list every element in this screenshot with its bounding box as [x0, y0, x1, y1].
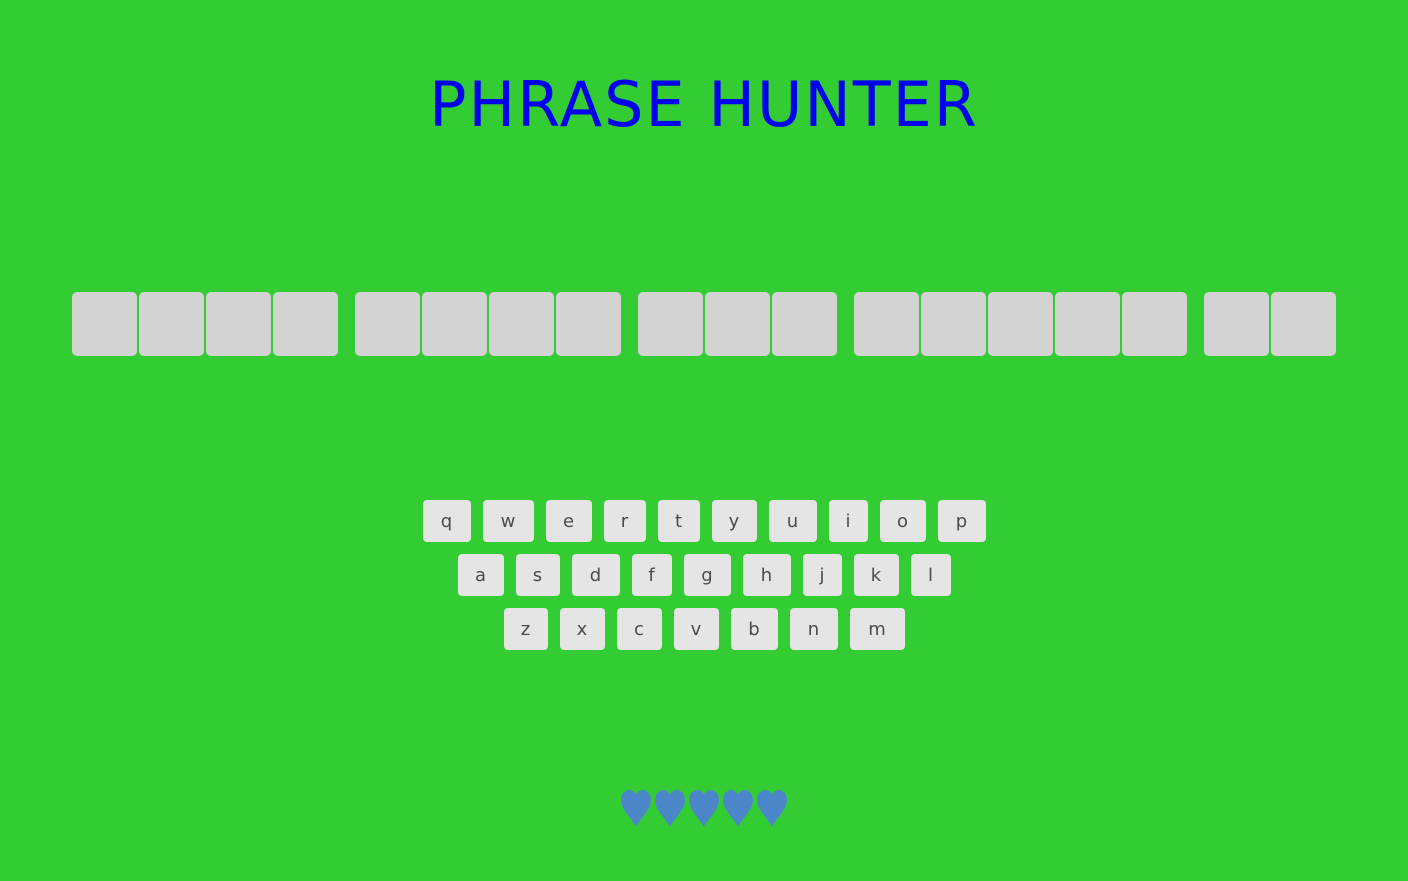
heart-icon [755, 788, 789, 828]
key-y[interactable]: y [711, 500, 757, 542]
hidden-letter-tile [355, 292, 420, 356]
hidden-letter-tile [1055, 292, 1120, 356]
phrase-word [1204, 292, 1336, 356]
hidden-letter-tile [72, 292, 137, 356]
heart-icon [687, 788, 721, 828]
phrase-word [355, 292, 621, 356]
keyboard-row: zxcvbnm [0, 608, 1408, 650]
phrase-word [72, 292, 338, 356]
phrase-board [0, 292, 1408, 356]
key-m[interactable]: m [849, 608, 905, 650]
key-h[interactable]: h [742, 554, 791, 596]
key-d[interactable]: d [571, 554, 620, 596]
key-e[interactable]: e [545, 500, 592, 542]
key-b[interactable]: b [730, 608, 778, 650]
key-i[interactable]: i [828, 500, 868, 542]
key-f[interactable]: f [631, 554, 672, 596]
hidden-letter-tile [772, 292, 837, 356]
keyboard-row: asdfghjkl [0, 554, 1408, 596]
hidden-letter-tile [1271, 292, 1336, 356]
key-k[interactable]: k [853, 554, 899, 596]
key-c[interactable]: c [616, 608, 662, 650]
hidden-letter-tile [556, 292, 621, 356]
hidden-letter-tile [1122, 292, 1187, 356]
hidden-letter-tile [273, 292, 338, 356]
key-j[interactable]: j [802, 554, 842, 596]
key-o[interactable]: o [879, 500, 926, 542]
game-title: PHRASE HUNTER [429, 68, 979, 141]
hidden-letter-tile [921, 292, 986, 356]
key-n[interactable]: n [789, 608, 838, 650]
hidden-letter-tile [638, 292, 703, 356]
key-u[interactable]: u [768, 500, 817, 542]
hidden-letter-tile [139, 292, 204, 356]
keyboard-row: qwertyuiop [0, 500, 1408, 542]
key-s[interactable]: s [515, 554, 560, 596]
hidden-letter-tile [422, 292, 487, 356]
key-q[interactable]: q [422, 500, 471, 542]
key-z[interactable]: z [503, 608, 548, 650]
heart-icon [653, 788, 687, 828]
key-p[interactable]: p [937, 500, 986, 542]
hidden-letter-tile [705, 292, 770, 356]
hidden-letter-tile [854, 292, 919, 356]
lives-display [0, 788, 1408, 828]
key-v[interactable]: v [673, 608, 719, 650]
hidden-letter-tile [1204, 292, 1269, 356]
key-g[interactable]: g [683, 554, 731, 596]
key-t[interactable]: t [657, 500, 700, 542]
key-r[interactable]: r [603, 500, 646, 542]
key-a[interactable]: a [457, 554, 504, 596]
key-w[interactable]: w [482, 500, 534, 542]
hidden-letter-tile [206, 292, 271, 356]
phrase-word [638, 292, 837, 356]
heart-icon [619, 788, 653, 828]
phrase-word [854, 292, 1187, 356]
hidden-letter-tile [489, 292, 554, 356]
heart-icon [721, 788, 755, 828]
key-l[interactable]: l [910, 554, 951, 596]
on-screen-keyboard: qwertyuiop asdfghjkl zxcvbnm [0, 500, 1408, 662]
key-x[interactable]: x [559, 608, 605, 650]
hidden-letter-tile [988, 292, 1053, 356]
